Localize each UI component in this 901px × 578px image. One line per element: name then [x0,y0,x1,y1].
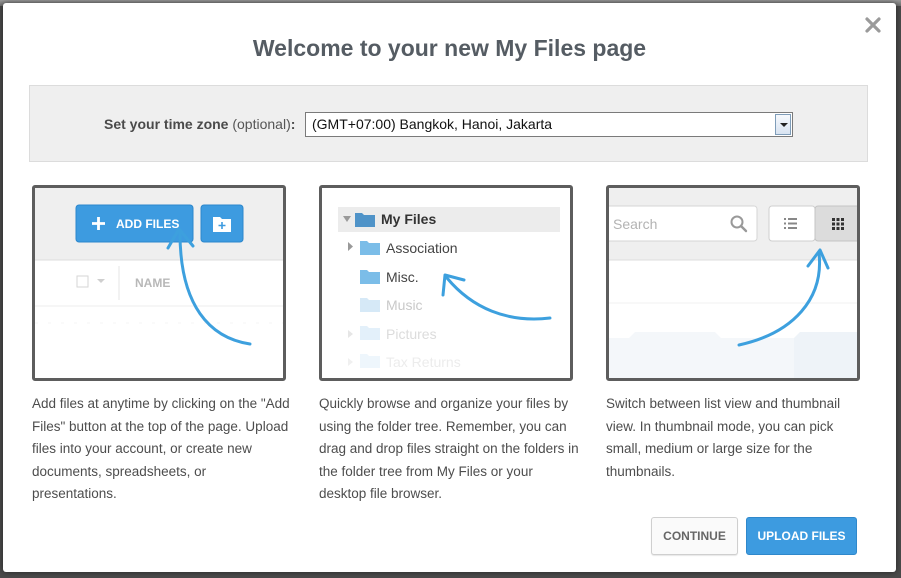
continue-button[interactable]: CONTINUE [651,517,738,555]
timezone-selected-value: (GMT+07:00) Bangkok, Hanoi, Jakarta [312,116,553,132]
search-placeholder: Search [613,216,657,232]
view-switch-preview-card: Search [606,185,860,381]
tree-item: Music [386,297,423,313]
folder-icon [360,270,380,284]
timezone-label: Set your time zone (optional): [104,116,295,132]
select-all-checkbox [76,275,89,288]
dialog-title: Welcome to your new My Files page [252,35,647,61]
timezone-label-text: Set your time zone [104,116,229,132]
timezone-select[interactable]: (GMT+07:00) Bangkok, Hanoi, Jakarta [305,112,793,137]
list-view-icon [784,218,797,229]
folder-tree-description: Quickly browse and organize your files b… [319,396,579,501]
timezone-optional-text: (optional) [232,116,291,132]
folder-icon [360,298,380,312]
view-switch-description: Switch between list view and thumbnail v… [606,396,841,479]
view-switch-illustration: Search [609,188,857,378]
add-files-description: Add files at anytime by clicking on the … [32,396,290,501]
tree-item: Misc. [386,269,419,285]
upload-files-button[interactable]: UPLOAD FILES [746,517,857,555]
tree-root-label: My Files [381,211,436,227]
tree-item: Tax Returns [386,354,461,370]
name-column-header: NAME [135,276,170,290]
folder-icon [355,213,375,227]
folder-icon [360,241,380,255]
timezone-panel: Set your time zone (optional): (GMT+07:0… [29,85,868,162]
folder-tree-preview-card: My Files Association Misc. Music Picture… [319,185,573,381]
pointer-arrow [445,276,552,321]
folder-tree-illustration: My Files Association Misc. Music Picture… [338,207,560,370]
folder-icon [360,326,380,340]
add-files-illustration: ADD FILES NAME [35,188,283,346]
close-icon[interactable] [864,16,882,34]
timezone-colon: : [290,116,296,132]
grid-view-icon [832,218,844,230]
add-files-preview-card: ADD FILES NAME [32,185,286,381]
folder-icon [360,354,380,368]
thumbnail-view-button-image [814,205,857,242]
welcome-dialog: Welcome to your new My Files page Set yo… [3,3,896,572]
tree-item: Pictures [386,326,437,342]
add-files-button-label: ADD FILES [116,217,179,231]
dropdown-arrow-icon[interactable] [775,114,791,135]
tree-item: Association [386,240,458,256]
